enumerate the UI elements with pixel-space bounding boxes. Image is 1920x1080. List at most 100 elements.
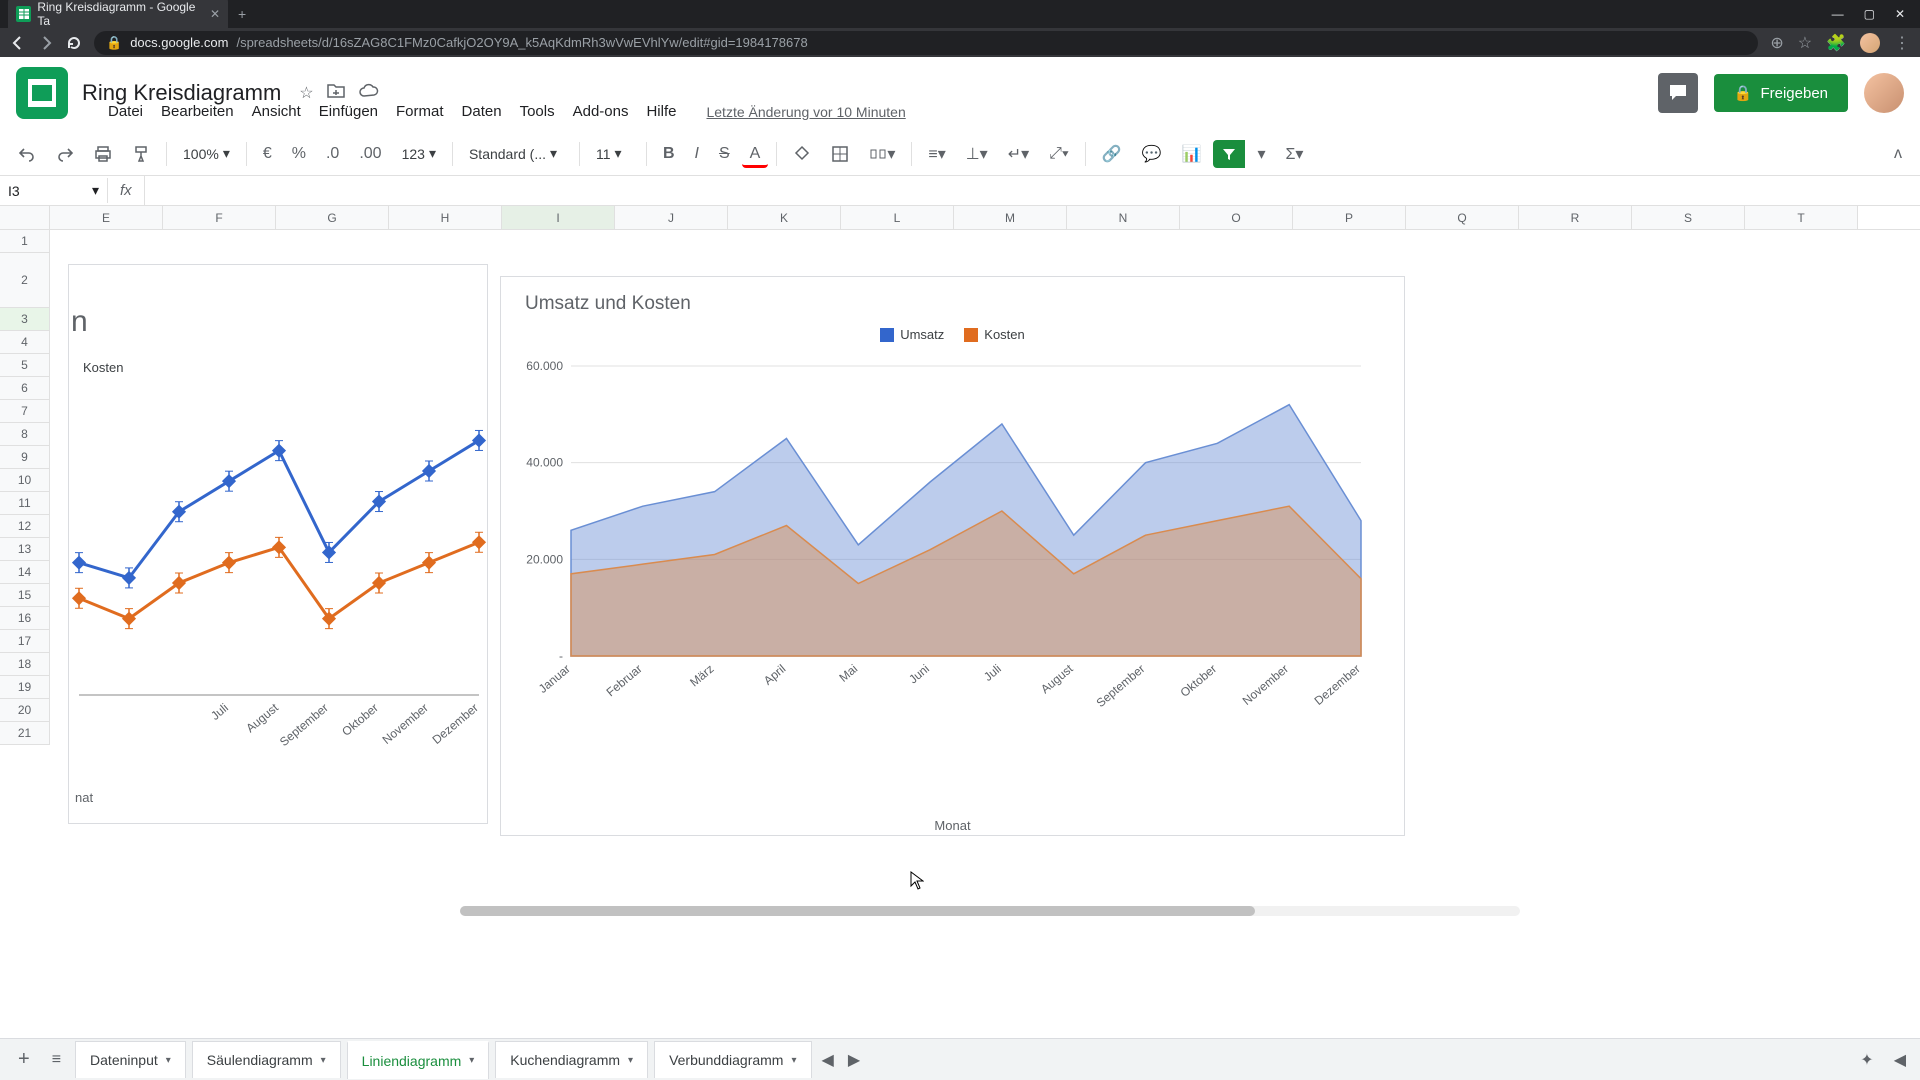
merge-cells-icon[interactable]: ▾ [861,138,903,170]
row-header[interactable]: 20 [0,699,50,722]
chevron-down-icon[interactable]: ▾ [166,1055,171,1066]
menu-hilfe[interactable]: Hilfe [638,99,684,124]
col-header[interactable]: K [728,206,841,229]
explore-icon[interactable]: ✦ [1860,1050,1873,1070]
col-header[interactable]: P [1293,206,1406,229]
menu-ansicht[interactable]: Ansicht [244,99,309,124]
forward-icon[interactable] [38,35,54,51]
col-header[interactable]: H [389,206,502,229]
row-header[interactable]: 12 [0,515,50,538]
menu-einfuegen[interactable]: Einfügen [311,99,386,124]
text-wrap-icon[interactable]: ↵▾ [1000,138,1037,170]
side-panel-icon[interactable]: ◀ [1890,1046,1910,1074]
col-header[interactable]: M [954,206,1067,229]
strikethrough-icon[interactable]: S [711,139,738,169]
fill-color-icon[interactable] [785,139,819,169]
row-header[interactable]: 1 [0,230,50,253]
increase-decimal-icon[interactable]: .00 [351,139,389,169]
row-header[interactable]: 4 [0,331,50,354]
menu-bearbeiten[interactable]: Bearbeiten [153,99,242,124]
currency-euro-icon[interactable]: € [255,139,280,169]
text-color-icon[interactable]: A [742,139,769,168]
row-header[interactable]: 15 [0,584,50,607]
col-header[interactable]: L [841,206,954,229]
sheet-tab-verbunddiagramm[interactable]: Verbunddiagramm▾ [654,1041,811,1078]
spreadsheet-grid[interactable]: E F G H I J K L M N O P Q R S T 1 2 3 4 … [0,206,1920,926]
row-header[interactable]: 7 [0,400,50,423]
row-header[interactable]: 2 [0,253,50,308]
url-input[interactable]: 🔒 docs.google.com/spreadsheets/d/16sZAG8… [94,31,1758,55]
sheet-tab-saeulendiagramm[interactable]: Säulendiagramm▾ [192,1041,341,1078]
insert-chart-icon[interactable]: 📊 [1174,138,1210,170]
close-window-icon[interactable]: ✕ [1895,7,1905,21]
insert-link-icon[interactable]: 🔗 [1094,138,1130,170]
star-icon[interactable]: ☆ [1798,33,1812,53]
col-header[interactable]: I [502,206,615,229]
sheet-tab-liniendiagramm[interactable]: Liniendiagramm▾ [347,1041,490,1079]
chart-area-umsatz-kosten[interactable]: Umsatz und Kosten Umsatz Kosten 60.00040… [500,276,1405,836]
row-header[interactable]: 18 [0,653,50,676]
zoom-icon[interactable]: ⊕ [1770,33,1783,53]
maximize-icon[interactable]: ▢ [1864,7,1875,21]
menu-format[interactable]: Format [388,99,452,124]
row-header[interactable]: 8 [0,423,50,446]
row-header[interactable]: 11 [0,492,50,515]
redo-icon[interactable] [48,139,82,169]
borders-icon[interactable] [823,139,857,169]
profile-avatar-small[interactable] [1860,33,1880,53]
insert-comment-icon[interactable]: 💬 [1134,138,1170,170]
menu-daten[interactable]: Daten [454,99,510,124]
comments-button[interactable] [1658,73,1698,113]
col-header[interactable]: Q [1406,206,1519,229]
col-header[interactable]: R [1519,206,1632,229]
col-header[interactable]: O [1180,206,1293,229]
paint-format-icon[interactable] [124,139,158,169]
reload-icon[interactable] [66,35,82,51]
sheet-tab-dateninput[interactable]: Dateninput▾ [75,1041,186,1078]
col-header[interactable]: E [50,206,163,229]
zoom-select[interactable]: 100% ▾ [175,141,238,166]
valign-icon[interactable]: ⊥▾ [958,138,996,170]
row-header[interactable]: 6 [0,377,50,400]
row-header[interactable]: 21 [0,722,50,745]
minimize-icon[interactable]: — [1832,7,1844,21]
sheets-logo[interactable] [16,67,68,119]
scroll-left-icon[interactable]: ◀ [818,1046,838,1074]
col-header[interactable]: J [615,206,728,229]
filter-icon[interactable] [1213,140,1245,168]
font-size-select[interactable]: 11 ▾ [588,141,638,166]
row-header[interactable]: 14 [0,561,50,584]
collapse-toolbar-icon[interactable]: ʌ [1886,139,1910,169]
kebab-menu-icon[interactable]: ⋮ [1894,33,1910,53]
menu-datei[interactable]: Datei [100,99,151,124]
all-sheets-button[interactable]: ≡ [44,1043,69,1077]
extensions-icon[interactable]: 🧩 [1826,33,1846,53]
decrease-decimal-icon[interactable]: .0 [318,139,347,169]
scrollbar-thumb[interactable] [460,906,1255,916]
functions-icon[interactable]: Σ▾ [1277,138,1311,170]
font-select[interactable]: Standard (... ▾ [461,141,571,166]
bold-icon[interactable]: B [655,139,683,169]
col-header[interactable]: F [163,206,276,229]
row-header[interactable]: 13 [0,538,50,561]
chevron-down-icon[interactable]: ▾ [791,1055,796,1066]
row-header[interactable]: 17 [0,630,50,653]
row-header[interactable]: 19 [0,676,50,699]
print-icon[interactable] [86,139,120,169]
col-header[interactable]: S [1632,206,1745,229]
italic-icon[interactable]: I [687,139,707,169]
undo-icon[interactable] [10,139,44,169]
chevron-down-icon[interactable]: ▾ [321,1055,326,1066]
col-header[interactable]: N [1067,206,1180,229]
filter-dropdown-icon[interactable]: ▾ [1249,138,1273,170]
col-header[interactable]: G [276,206,389,229]
select-all-corner[interactable] [0,206,50,229]
scroll-right-icon[interactable]: ▶ [844,1046,864,1074]
row-header[interactable]: 10 [0,469,50,492]
account-avatar[interactable] [1864,73,1904,113]
menu-addons[interactable]: Add-ons [565,99,637,124]
text-rotation-icon[interactable]: ⤢▾ [1041,139,1077,169]
close-tab-icon[interactable]: ✕ [210,7,220,21]
back-icon[interactable] [10,35,26,51]
row-header[interactable]: 5 [0,354,50,377]
